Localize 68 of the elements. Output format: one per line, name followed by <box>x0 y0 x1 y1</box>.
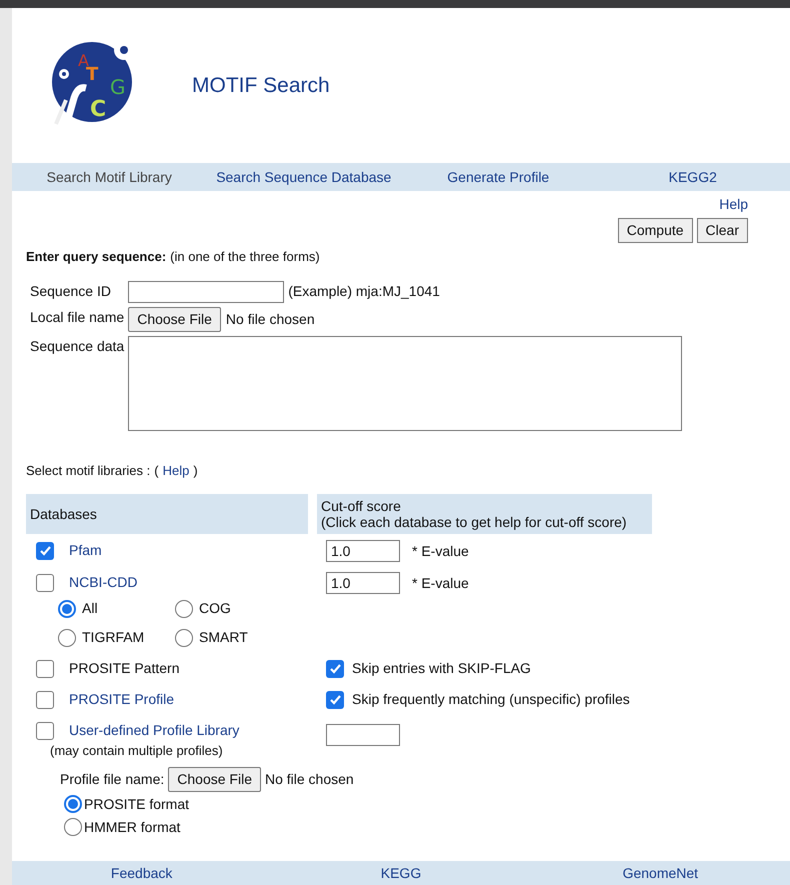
database-link[interactable]: NCBI-CDD <box>69 572 138 593</box>
cutoff-field[interactable] <box>326 724 400 746</box>
nav-link[interactable]: Search Motif Library <box>46 166 172 188</box>
checkbox[interactable] <box>326 690 344 708</box>
footer-link[interactable]: GenomeNet <box>622 862 698 884</box>
header-text: (Click each database to get help for cut-off score) <box>321 514 628 530</box>
file-status: No file chosen <box>264 770 354 788</box>
cutoff-field[interactable]: 1.0 <box>326 572 400 594</box>
checkbox[interactable] <box>326 660 344 678</box>
checkbox[interactable] <box>36 690 54 708</box>
unit-label: * E-value <box>412 574 469 592</box>
sequence-id-field[interactable] <box>128 280 284 302</box>
radio-button[interactable] <box>175 628 193 646</box>
field-label: Sequence data <box>30 336 124 356</box>
checkbox[interactable] <box>36 574 54 592</box>
database-link[interactable]: User-defined Profile Library <box>69 720 240 741</box>
help-link[interactable]: Help <box>162 460 190 480</box>
field-label: Local file name <box>30 308 124 326</box>
action-button[interactable]: Clear <box>696 218 748 243</box>
nav-link[interactable]: KEGG2 <box>668 166 717 188</box>
field-label: Sequence ID <box>30 282 112 301</box>
checkbox[interactable] <box>36 542 54 560</box>
check-icon <box>38 544 52 557</box>
choose-file-button[interactable]: Choose File <box>168 766 261 792</box>
nav-link[interactable]: Generate Profile <box>447 166 550 188</box>
choose-file-button[interactable]: Choose File <box>128 306 221 332</box>
header-text: Cut-off score <box>321 498 402 514</box>
option-label: All <box>82 599 98 618</box>
radio-button[interactable] <box>64 818 82 836</box>
option-label: HMMER format <box>84 818 180 836</box>
footer-link[interactable]: KEGG <box>380 862 422 884</box>
radio-button[interactable] <box>58 628 76 646</box>
table-header: Databases <box>26 494 308 534</box>
radio-button[interactable] <box>58 600 76 618</box>
paren-text: ( <box>154 462 159 480</box>
option-label: TIGRFAM <box>82 628 144 647</box>
database-link[interactable]: Pfam <box>69 540 102 561</box>
option-label: PROSITE format <box>84 794 190 814</box>
unit-label: * E-value <box>412 542 469 560</box>
paren-text: ) <box>193 462 198 480</box>
check-icon <box>328 662 342 675</box>
file-status: No file chosen <box>226 310 315 328</box>
database-link[interactable]: PROSITE Profile <box>69 689 174 710</box>
footer-link[interactable]: Feedback <box>110 862 172 884</box>
nav-link[interactable]: Search Sequence Database <box>216 166 392 188</box>
checkbox[interactable] <box>36 660 54 678</box>
section-heading: Enter query sequence: <box>26 248 166 266</box>
sequence-data-field[interactable] <box>128 336 682 430</box>
option-label: SMART <box>199 628 248 647</box>
field-label: Profile file name: <box>60 770 164 788</box>
page-title: MOTIF Search <box>192 72 330 99</box>
action-button[interactable]: Compute <box>618 218 693 243</box>
logo-letter: C <box>90 96 106 122</box>
section-heading: Select motif libraries : <box>26 462 150 480</box>
database-label: PROSITE Pattern <box>69 659 180 678</box>
check-icon <box>328 693 342 706</box>
cutoff-field[interactable]: 1.0 <box>326 540 400 562</box>
hint-text: (in one of the three forms) <box>170 248 320 266</box>
radio-button[interactable] <box>175 600 193 618</box>
example-text: (Example) mja:MJ_1041 <box>288 282 440 301</box>
option-label: COG <box>199 599 231 618</box>
note-text: (may contain multiple profiles) <box>50 742 224 760</box>
radio-button[interactable] <box>64 795 82 813</box>
help-link[interactable]: Help <box>719 194 748 215</box>
checkbox[interactable] <box>36 722 54 740</box>
option-label: Skip entries with SKIP-FLAG <box>352 659 531 678</box>
option-label: Skip frequently matching (unspecific) profiles <box>352 690 630 709</box>
logo-letter: G <box>110 74 126 98</box>
